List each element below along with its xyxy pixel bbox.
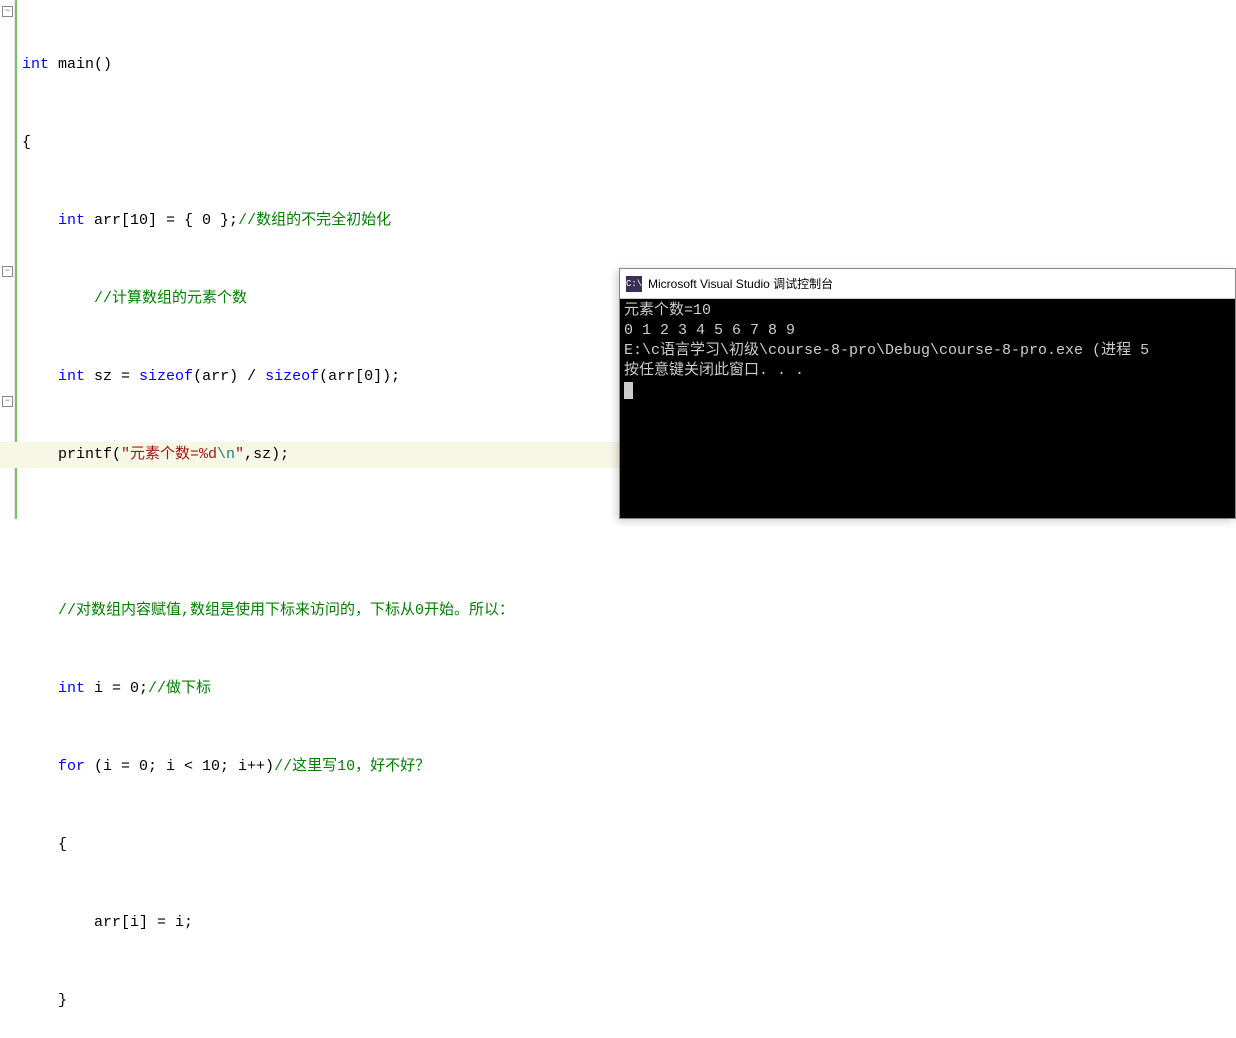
- fold-icon[interactable]: −: [2, 396, 13, 407]
- fold-icon[interactable]: −: [2, 6, 13, 17]
- string: "元素个数=%d: [121, 446, 217, 463]
- keyword: int: [58, 212, 85, 229]
- console-line: 按任意键关闭此窗口. . .: [624, 362, 804, 379]
- keyword: sizeof: [265, 368, 319, 385]
- code-text: arr[i] = i;: [94, 914, 193, 931]
- code-text: (i = 0; i < 10; i++): [85, 758, 274, 775]
- code-text: i = 0;: [85, 680, 148, 697]
- keyword: sizeof: [139, 368, 193, 385]
- comment: //做下标: [148, 680, 211, 697]
- comment: //这里写10，好不好？: [274, 758, 430, 775]
- string: ": [235, 446, 244, 463]
- console-output[interactable]: 元素个数=10 0 1 2 3 4 5 6 7 8 9 E:\c语言学习\初级\…: [620, 299, 1235, 518]
- fold-icon[interactable]: −: [2, 266, 13, 277]
- console-title-text: Microsoft Visual Studio 调试控制台: [648, 275, 833, 292]
- keyword: int: [58, 680, 85, 697]
- console-line: 元素个数=10: [624, 302, 711, 319]
- console-cursor: [624, 382, 633, 399]
- keyword: for: [58, 758, 85, 775]
- comment: //对数组内容赋值,数组是使用下标来访问的，下标从0开始。所以：: [58, 602, 514, 619]
- code-text: }: [58, 992, 67, 1009]
- console-titlebar[interactable]: C:\ Microsoft Visual Studio 调试控制台: [620, 269, 1235, 299]
- code-text: printf(: [58, 446, 121, 463]
- code-text: arr[10] = { 0 };: [85, 212, 238, 229]
- keyword: int: [58, 368, 85, 385]
- console-line: 0 1 2 3 4 5 6 7 8 9: [624, 322, 795, 339]
- code-text: (arr) /: [193, 368, 265, 385]
- escape: \n: [217, 446, 235, 463]
- console-line: E:\c语言学习\初级\course-8-pro\Debug\course-8-…: [624, 342, 1149, 359]
- debug-console-window[interactable]: C:\ Microsoft Visual Studio 调试控制台 元素个数=1…: [619, 268, 1236, 519]
- code-text: (arr[0]);: [319, 368, 400, 385]
- keyword: int: [22, 56, 49, 73]
- code-text: {: [22, 134, 31, 151]
- code-text: main(): [49, 56, 112, 73]
- code-text: {: [58, 836, 67, 853]
- code-content[interactable]: int main() { int arr[10] = { 0 };//数组的不完…: [22, 0, 514, 1038]
- console-icon: C:\: [626, 276, 642, 292]
- code-text: ,sz);: [244, 446, 289, 463]
- code-text: sz =: [85, 368, 139, 385]
- comment: //数组的不完全初始化: [238, 212, 391, 229]
- comment: //计算数组的元素个数: [94, 290, 247, 307]
